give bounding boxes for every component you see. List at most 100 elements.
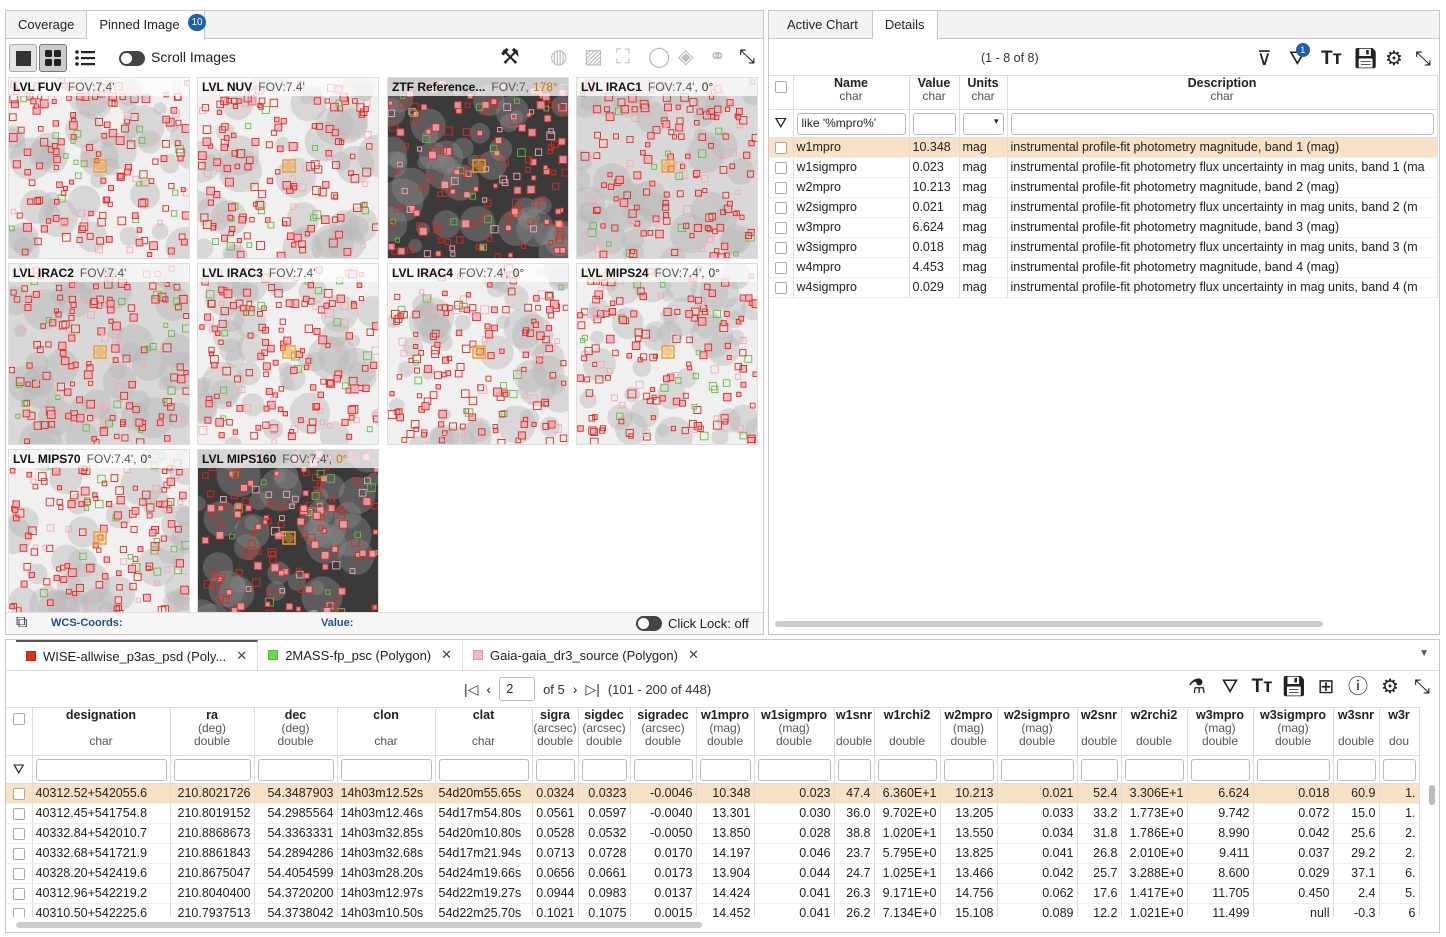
image-tile[interactable]: LVL IRAC4 FOV:7.4', 0°	[387, 263, 569, 445]
designation-filter-input[interactable]	[35, 758, 167, 781]
page-input[interactable]: 2	[499, 677, 536, 701]
close-icon[interactable]: ✕	[688, 647, 699, 663]
w2sigmpro-filter-input[interactable]	[1000, 758, 1074, 781]
ra-filter-input[interactable]	[173, 758, 251, 781]
row-checkbox[interactable]	[12, 867, 25, 880]
sigra-filter-input[interactable]	[535, 758, 575, 781]
w3r-filter-input[interactable]	[1382, 758, 1416, 781]
catalog-row[interactable]: 40310.50+542225.6 210.7937513 54.3738042 14…	[6, 903, 1420, 917]
col-header-value[interactable]: Value char	[909, 75, 960, 110]
details-horizontal-scrollbar[interactable]	[775, 621, 1323, 627]
prev-page-icon[interactable]: ‹	[486, 681, 491, 697]
catalog-vertical-scrollbar[interactable]	[1429, 785, 1435, 805]
tab-pinned-image[interactable]: Pinned Image 10	[87, 11, 206, 40]
row-checkbox[interactable]	[12, 827, 25, 840]
details-row[interactable]: w3mpro 6.624 mag instrumental profile-fit p…	[769, 217, 1438, 238]
name-filter-input[interactable]: like '%mpro%'	[796, 112, 906, 135]
details-row[interactable]: w2sigmpro 0.021 mag instrumental profile-fi…	[769, 197, 1438, 218]
col-header-w3snr[interactable]: w3snr double	[1333, 707, 1380, 756]
image-tile[interactable]: LVL IRAC3 FOV:7.4'	[197, 263, 379, 445]
catalog-row[interactable]: 40332.84+542010.7 210.8868673 54.3363331 14…	[6, 823, 1420, 844]
col-header-designation[interactable]: designation char	[32, 707, 171, 756]
catalog-horizontal-scrollbar[interactable]	[16, 922, 702, 928]
save-icon[interactable]: 💾︎	[1353, 45, 1378, 73]
selection-circle-icon[interactable]: ◯	[648, 43, 670, 71]
col-header-w2rchi2[interactable]: w2rchi2 double	[1121, 707, 1188, 756]
row-checkbox[interactable]	[774, 141, 787, 154]
details-row[interactable]: w1mpro 10.348 mag instrumental profile-fit …	[769, 137, 1438, 158]
tab-wise-allwise[interactable]: WISE-allwise_p3as_psd (Poly... ✕	[16, 640, 259, 670]
image-tile[interactable]: LVL NUV FOV:7.4'	[197, 77, 379, 259]
toggle-switch[interactable]	[119, 51, 145, 67]
row-checkbox[interactable]	[774, 241, 787, 254]
w2rchi2-filter-input[interactable]	[1124, 758, 1184, 781]
row-checkbox[interactable]	[774, 281, 787, 294]
col-header-w2mpro[interactable]: w2mpro (mag) double	[940, 707, 998, 756]
next-page-icon[interactable]: ›	[573, 681, 578, 697]
row-checkbox[interactable]	[12, 847, 25, 860]
clon-filter-input[interactable]	[340, 758, 432, 781]
settings-gear-icon[interactable]: ⚙	[1377, 673, 1403, 703]
image-tile[interactable]: LVL MIPS70 FOV:7.4', 0°	[8, 449, 190, 631]
select-all-checkbox[interactable]	[774, 80, 787, 93]
sigdec-filter-input[interactable]	[581, 758, 627, 781]
catalog-row[interactable]: 40312.45+541754.8 210.8019152 54.2985564 14…	[6, 803, 1420, 824]
col-header-dec[interactable]: dec (deg) double	[254, 707, 338, 756]
filter-icon[interactable]: ⛛	[1217, 673, 1243, 703]
w1mpro-filter-input[interactable]	[699, 758, 751, 781]
row-checkbox[interactable]	[774, 221, 787, 234]
tab-gaia[interactable]: Gaia-gaia_dr3_source (Polygon) ✕	[463, 640, 709, 670]
info-icon[interactable]: ⓘ	[1345, 673, 1371, 703]
col-header-name[interactable]: Name char	[793, 75, 910, 110]
w2snr-filter-input[interactable]	[1080, 758, 1118, 781]
row-checkbox[interactable]	[12, 787, 25, 800]
units-filter-select[interactable]: ▾	[962, 112, 1004, 135]
col-header-w2snr[interactable]: w2snr double	[1077, 707, 1122, 756]
image-tile[interactable]: ZTF Reference... FOV:7, 178°	[387, 77, 569, 259]
w1sigmpro-filter-input[interactable]	[757, 758, 831, 781]
row-checkbox[interactable]	[12, 907, 25, 917]
tab-active-chart[interactable]: Active Chart	[769, 11, 873, 38]
details-row[interactable]: w2mpro 10.213 mag instrumental profile-fit …	[769, 177, 1438, 198]
layout-grid-button[interactable]	[39, 44, 67, 72]
image-tile[interactable]: LVL IRAC2 FOV:7.4'	[8, 263, 190, 445]
scroll-images-toggle[interactable]	[119, 51, 145, 67]
col-header-w1mpro[interactable]: w1mpro (mag) double	[696, 707, 755, 756]
row-checkbox[interactable]	[774, 161, 787, 174]
sigradec-filter-input[interactable]	[633, 758, 693, 781]
filter-icon[interactable]: ⛛ 1	[1289, 43, 1310, 73]
stretch-icon[interactable]: ▨	[584, 43, 603, 71]
row-checkbox[interactable]	[774, 181, 787, 194]
row-checkbox[interactable]	[12, 807, 25, 820]
details-row[interactable]: w4sigmpro 0.029 mag instrumental profile-fi…	[769, 277, 1438, 298]
expand-icon[interactable]: ⤡	[739, 43, 755, 71]
microscope-icon[interactable]: ⚗	[1183, 673, 1211, 703]
tab-coverage[interactable]: Coverage	[6, 11, 88, 38]
close-icon[interactable]: ✕	[441, 647, 452, 663]
w1rchi2-filter-input[interactable]	[877, 758, 937, 781]
image-tile[interactable]: LVL IRAC1 FOV:7.4', 0°	[576, 77, 758, 259]
details-row[interactable]: w3sigmpro 0.018 mag instrumental profile-fi…	[769, 237, 1438, 258]
layers-icon[interactable]: ◈	[678, 43, 693, 71]
image-tile[interactable]: LVL MIPS160 FOV:7.4', 0°	[197, 449, 379, 631]
settings-gear-icon[interactable]: ⚙	[1385, 45, 1403, 73]
col-header-w3sigmpro[interactable]: w3sigmpro (mag) double	[1253, 707, 1334, 756]
col-header-clat[interactable]: clat char	[435, 707, 533, 756]
w1snr-filter-input[interactable]	[837, 758, 871, 781]
tab-menu-chevron-down-icon[interactable]: ▼	[1419, 648, 1429, 659]
clat-filter-input[interactable]	[438, 758, 529, 781]
row-checkbox[interactable]	[12, 887, 25, 900]
w3sigmpro-filter-input[interactable]	[1256, 758, 1330, 781]
add-column-icon[interactable]: ⊞	[1313, 673, 1339, 703]
expand-icon[interactable]: ⤡	[1415, 45, 1431, 73]
close-icon[interactable]: ✕	[236, 648, 247, 664]
select-all-cell[interactable]	[769, 75, 794, 110]
save-icon[interactable]: 💾︎	[1281, 673, 1307, 703]
w2mpro-filter-input[interactable]	[943, 758, 994, 781]
value-filter-input[interactable]	[912, 112, 956, 135]
catalog-row[interactable]: 40312.96+542219.2 210.8040400 54.3720200 14…	[6, 883, 1420, 904]
dec-filter-input[interactable]	[257, 758, 334, 781]
tab-details[interactable]: Details	[872, 11, 938, 40]
col-header-sigra[interactable]: sigra (arcsec) double	[532, 707, 579, 756]
catalog-row[interactable]: 40328.20+542419.6 210.8675047 54.4054599 14…	[6, 863, 1420, 884]
